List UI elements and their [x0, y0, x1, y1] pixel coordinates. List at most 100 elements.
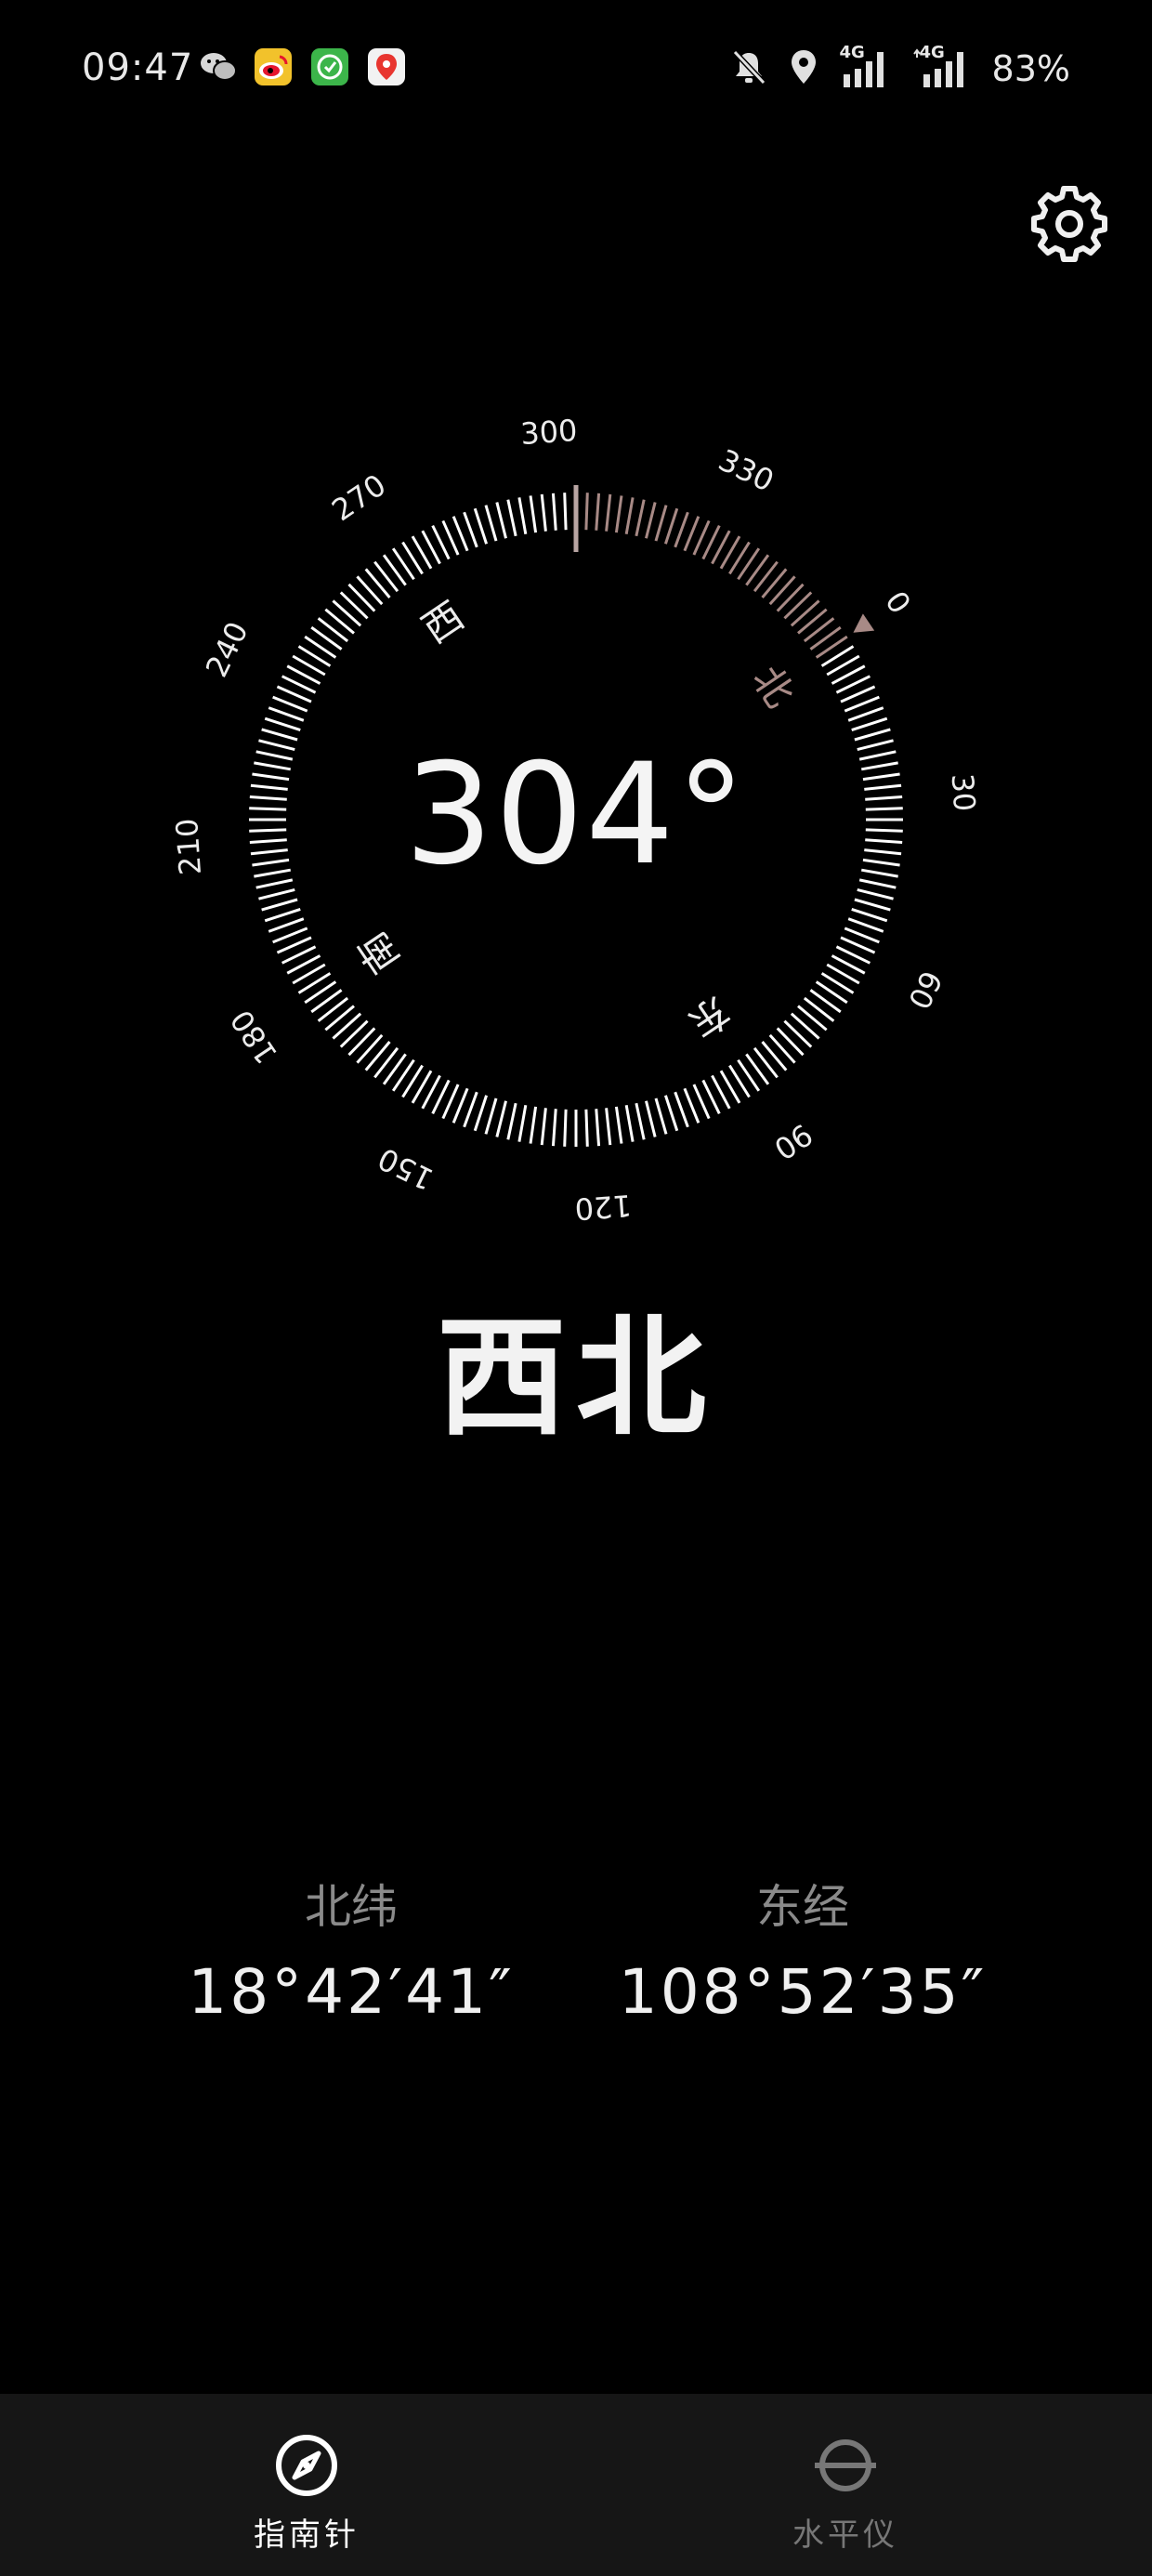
degree-label: 60 [901, 966, 949, 1015]
dial-tick [595, 493, 601, 531]
dial-tick [452, 516, 469, 552]
dial-tick [683, 1087, 700, 1124]
dial-tick [317, 617, 349, 643]
dial-tick [854, 898, 891, 912]
degree-label: 180 [224, 1004, 285, 1071]
degree-label: 120 [573, 1188, 633, 1227]
dial-tick [654, 1097, 668, 1135]
dial-tick [264, 716, 301, 732]
dial-tick [776, 583, 805, 612]
dial-tick [551, 1109, 557, 1147]
cardinal-label-east: 东 [680, 987, 738, 1046]
dial-tick [844, 927, 880, 944]
level-icon [815, 2439, 876, 2491]
dial-tick [495, 502, 507, 539]
dial-tick [484, 505, 498, 542]
tab-compass[interactable]: 指南针 [167, 2394, 446, 2576]
dial-tick [624, 497, 635, 535]
dial-tick [563, 1109, 568, 1147]
longitude-label: 东经 [756, 1880, 849, 1934]
compass-dial: 0 30 60 90 120 150 180 210 240 270 300 330 北东南西 304… [0, 0, 1152, 1301]
dial-tick [268, 917, 305, 933]
dial-tick [745, 1053, 770, 1085]
tab-level-label: 水平仪 [792, 2517, 898, 2554]
dial-tick [268, 706, 305, 722]
dial-tick [663, 1095, 679, 1132]
dial-tick [809, 989, 842, 1014]
dial-tick [605, 1108, 612, 1146]
dial-tick [847, 706, 884, 722]
dial-tick [540, 493, 547, 532]
dial-tick [339, 1019, 369, 1048]
dial-tick [473, 1095, 489, 1132]
compass-dial-graphic: 0306090120150180210240270300330 北东南西 [169, 413, 982, 1227]
cardinal-label-north: 北 [743, 658, 803, 716]
dial-tick [768, 575, 796, 606]
dial-tick [783, 591, 813, 620]
cardinal-label-south: 南 [349, 924, 409, 981]
dial-tick [584, 1109, 589, 1147]
tab-compass-label: 指南针 [254, 2517, 360, 2554]
dial-tick [803, 996, 835, 1022]
degree-label: 150 [373, 1140, 439, 1197]
dial-tick [851, 907, 888, 923]
dial-tick [624, 1104, 635, 1142]
latitude-value: 18°42′41″ [188, 1956, 515, 2028]
dial-tick [551, 493, 557, 531]
dial-tick [753, 1046, 779, 1079]
dial-tick [797, 608, 828, 635]
dial-tick [517, 497, 528, 535]
dial-tick [356, 575, 384, 606]
dial-tick [809, 625, 842, 651]
dial-tick [761, 568, 788, 598]
dial-tick [803, 617, 835, 643]
tab-level[interactable]: 水平仪 [706, 2394, 985, 2576]
dial-tick [635, 499, 646, 537]
direction-name: 西北 [436, 1303, 715, 1454]
dial-tick [382, 554, 407, 586]
dial-tick [645, 502, 657, 539]
dial-tick [364, 1041, 391, 1071]
degree-label: 240 [199, 616, 255, 683]
dial-tick [332, 599, 362, 627]
dial-tick [382, 1053, 407, 1085]
dial-tick [847, 917, 884, 933]
dial-tick [753, 560, 779, 593]
dial-tick [663, 507, 679, 545]
cardinal-label-west: 西 [414, 593, 472, 652]
dial-tick [356, 1033, 384, 1064]
dial-tick [540, 1108, 547, 1146]
degree-label: 330 [713, 442, 779, 499]
dial-tick [317, 996, 349, 1022]
dial-tick [373, 560, 399, 593]
dial-tick [261, 898, 298, 912]
dial-tick [674, 1091, 689, 1128]
latitude-label: 北纬 [305, 1880, 398, 1934]
dial-tick [844, 695, 880, 713]
dial-tick [473, 507, 489, 545]
dial-tick [851, 716, 888, 732]
dial-tick [264, 907, 301, 923]
dial-tick [272, 927, 308, 944]
dial-tick [605, 493, 612, 532]
longitude-value: 108°52′35″ [618, 1956, 988, 2028]
dial-tick [517, 1104, 528, 1142]
dial-tick [745, 554, 770, 586]
dial-tick [761, 1041, 788, 1071]
dial-tick [310, 989, 343, 1014]
dial-tick [790, 1012, 820, 1040]
heading-readout: 304° [404, 734, 748, 896]
dial-tick [364, 568, 391, 598]
dial-tick [463, 511, 478, 548]
degree-label: 90 [767, 1116, 818, 1166]
dial-tick [614, 1106, 623, 1144]
dial-tick [654, 505, 668, 542]
dial-tick [645, 1100, 657, 1137]
dial-tick [584, 493, 589, 531]
dial-tick [310, 625, 343, 651]
bottom-nav: 指南针 水平仪 [0, 2394, 1152, 2576]
dial-tick [324, 608, 355, 635]
dial-tick [484, 1097, 498, 1135]
north-marker [853, 613, 875, 633]
dial-tick [768, 1033, 796, 1064]
